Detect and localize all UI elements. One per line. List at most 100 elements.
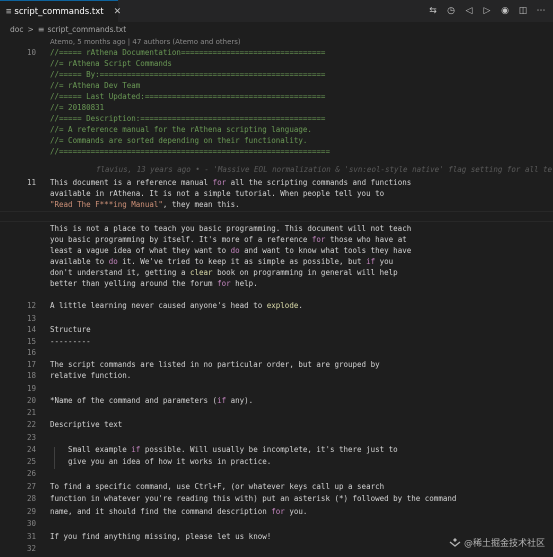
line-number: 18 bbox=[26, 371, 36, 380]
token-cmt: //= 20180831 bbox=[50, 103, 105, 112]
line-number: 23 bbox=[26, 433, 36, 442]
list-lines-icon: ≡ bbox=[37, 24, 45, 34]
line-text: //= rAthena Dev Team bbox=[50, 80, 140, 91]
inline-blame-line: flavius, 13 years ago • - 'Massive EOL n… bbox=[0, 164, 553, 175]
token-text: don't understand it, getting a bbox=[50, 268, 190, 277]
tab-script-commands[interactable]: ≡ script_commands.txt ✕ bbox=[0, 0, 121, 22]
token-text: . bbox=[298, 301, 303, 310]
line-text: //===== rAthena Documentation===========… bbox=[50, 47, 325, 58]
token-text: better than yelling around the forum bbox=[50, 279, 218, 288]
xitu-logo bbox=[449, 537, 461, 547]
close-icon[interactable]: ✕ bbox=[114, 7, 122, 17]
token-ctl: if bbox=[217, 396, 227, 405]
breadcrumb-folder[interactable]: doc bbox=[10, 25, 23, 34]
line-number: 17 bbox=[26, 360, 36, 369]
code-line: //= rAthena Script Commands bbox=[0, 58, 553, 69]
token-text: those who have at bbox=[325, 235, 407, 244]
code-line: //= A reference manual for the rAthena s… bbox=[0, 124, 553, 135]
line-number: 13 bbox=[26, 314, 36, 323]
line-text: This document is a reference manual for … bbox=[50, 177, 411, 188]
code-line: 21 bbox=[0, 407, 553, 418]
line-number: 32 bbox=[26, 544, 36, 553]
token-text: you bbox=[375, 257, 394, 266]
compare-changes-icon[interactable]: ⇆ bbox=[427, 5, 439, 17]
line-text: available to do it. We've tried to keep … bbox=[50, 256, 393, 267]
token-cmt: //= rAthena Script Commands bbox=[50, 59, 172, 68]
next-change-icon[interactable]: ▷ bbox=[481, 5, 493, 17]
code-editor[interactable]: 10 //===== rAthena Documentation=========… bbox=[0, 47, 553, 557]
code-line: least a vague idea of what they want to … bbox=[0, 245, 553, 256]
token-cmt: //===== rAthena Documentation===========… bbox=[50, 48, 326, 57]
code-line: 29 name, and it should find the command d… bbox=[0, 506, 553, 517]
token-text: possible. Will usually be incomplete, it… bbox=[140, 445, 398, 454]
split-editor-icon[interactable]: ◫ bbox=[517, 5, 529, 17]
breadcrumb-file[interactable]: script_commands.txt bbox=[47, 25, 126, 34]
more-actions-icon[interactable]: ⋯ bbox=[535, 5, 547, 17]
token-ctl: for bbox=[271, 507, 285, 516]
line-text: give you an idea of how it works in prac… bbox=[50, 456, 271, 467]
line-text: The script commands are listed in no par… bbox=[50, 359, 380, 370]
code-line: //= rAthena Dev Team bbox=[0, 80, 553, 91]
line-number: 24 bbox=[26, 445, 36, 454]
token-cmt: //= Commands are sorted depending on the… bbox=[50, 136, 308, 145]
code-line: 28 function in whatever you're reading th… bbox=[0, 493, 553, 504]
codelens-blame[interactable]: Atemo, 5 months ago | 47 authors (Atemo … bbox=[50, 38, 241, 46]
line-number: 11 bbox=[26, 178, 36, 187]
line-text: "Read The F***ing Manual", they mean thi… bbox=[50, 199, 240, 210]
token-ctl: for bbox=[212, 178, 227, 187]
line-number: 19 bbox=[26, 384, 36, 393]
token-cmt: //======================================… bbox=[50, 147, 330, 156]
code-line: //===== Description:====================… bbox=[0, 113, 553, 124]
code-line: 10 //===== rAthena Documentation=========… bbox=[0, 47, 553, 58]
previous-change-icon[interactable]: ◁ bbox=[463, 5, 475, 17]
token-text: To find a specific command, use Ctrl+F, … bbox=[50, 482, 385, 491]
token-text: you. bbox=[284, 507, 308, 516]
line-number: 21 bbox=[26, 408, 36, 417]
code-line: you basic programming by itself. It's mo… bbox=[0, 234, 553, 245]
code-line: 23 bbox=[0, 432, 553, 443]
circle-dot-icon[interactable]: ◉ bbox=[499, 5, 511, 17]
code-line: available to do it. We've tried to keep … bbox=[0, 256, 553, 267]
token-text: help. bbox=[230, 279, 258, 288]
line-text: //= Commands are sorted depending on the… bbox=[50, 135, 307, 146]
code-line: 11 This document is a reference manual fo… bbox=[0, 177, 553, 188]
line-text: better than yelling around the forum for… bbox=[50, 278, 258, 289]
open-timeline-icon[interactable]: ◷ bbox=[445, 5, 457, 17]
line-number: 30 bbox=[26, 519, 36, 528]
tab-bar: ≡ script_commands.txt ✕ ⇆ ◷ ◁ ▷ ◉ ◫ ⋯ bbox=[0, 0, 553, 22]
code-line: better than yelling around the forum for… bbox=[0, 278, 553, 289]
token-ctl: for bbox=[217, 279, 231, 288]
code-line: 12 A little learning never caused anyone'… bbox=[0, 300, 553, 311]
line-text: Descriptive text bbox=[50, 419, 122, 430]
inline-blame-annotation: flavius, 13 years ago • - 'Massive EOL n… bbox=[96, 165, 553, 174]
code-line: //= Commands are sorted depending on the… bbox=[0, 135, 553, 146]
token-cmt: //= rAthena Dev Team bbox=[50, 81, 141, 90]
line-text: To find a specific command, use Ctrl+F, … bbox=[50, 481, 384, 492]
token-text: book on programming in general will help bbox=[212, 268, 398, 277]
line-text: least a vague idea of what they want to … bbox=[50, 245, 411, 256]
token-text: Descriptive text bbox=[50, 420, 123, 429]
tab-label: script_commands.txt bbox=[14, 6, 104, 17]
code-line: This is not a place to teach you basic p… bbox=[0, 223, 553, 234]
token-cmt: //===== Description:====================… bbox=[50, 114, 326, 123]
code-line: 26 bbox=[0, 468, 553, 479]
code-line: 14 Structure bbox=[0, 324, 553, 335]
token-text: --------- bbox=[50, 337, 91, 346]
code-line: don't understand it, getting a clear boo… bbox=[0, 267, 553, 278]
line-text: Structure bbox=[50, 324, 91, 335]
editor-actions: ⇆ ◷ ◁ ▷ ◉ ◫ ⋯ bbox=[427, 0, 547, 22]
code-line: 20 *Name of the command and parameters (i… bbox=[0, 395, 553, 406]
token-text: available to bbox=[50, 257, 109, 266]
token-text: you basic programming by itself. It's mo… bbox=[50, 235, 312, 244]
token-text: name, and it should find the command des… bbox=[50, 507, 272, 516]
token-text: , they mean this. bbox=[162, 200, 240, 209]
line-text: flavius, 13 years ago • - 'Massive EOL n… bbox=[96, 164, 552, 175]
token-text: Small example bbox=[50, 445, 132, 454]
token-text: *Name of the command and parameters ( bbox=[50, 396, 218, 405]
line-number: 20 bbox=[26, 396, 36, 405]
token-str: "Read The F***ing Manual" bbox=[50, 200, 163, 209]
line-number: 14 bbox=[26, 325, 36, 334]
code-line: 15 --------- bbox=[0, 336, 553, 347]
